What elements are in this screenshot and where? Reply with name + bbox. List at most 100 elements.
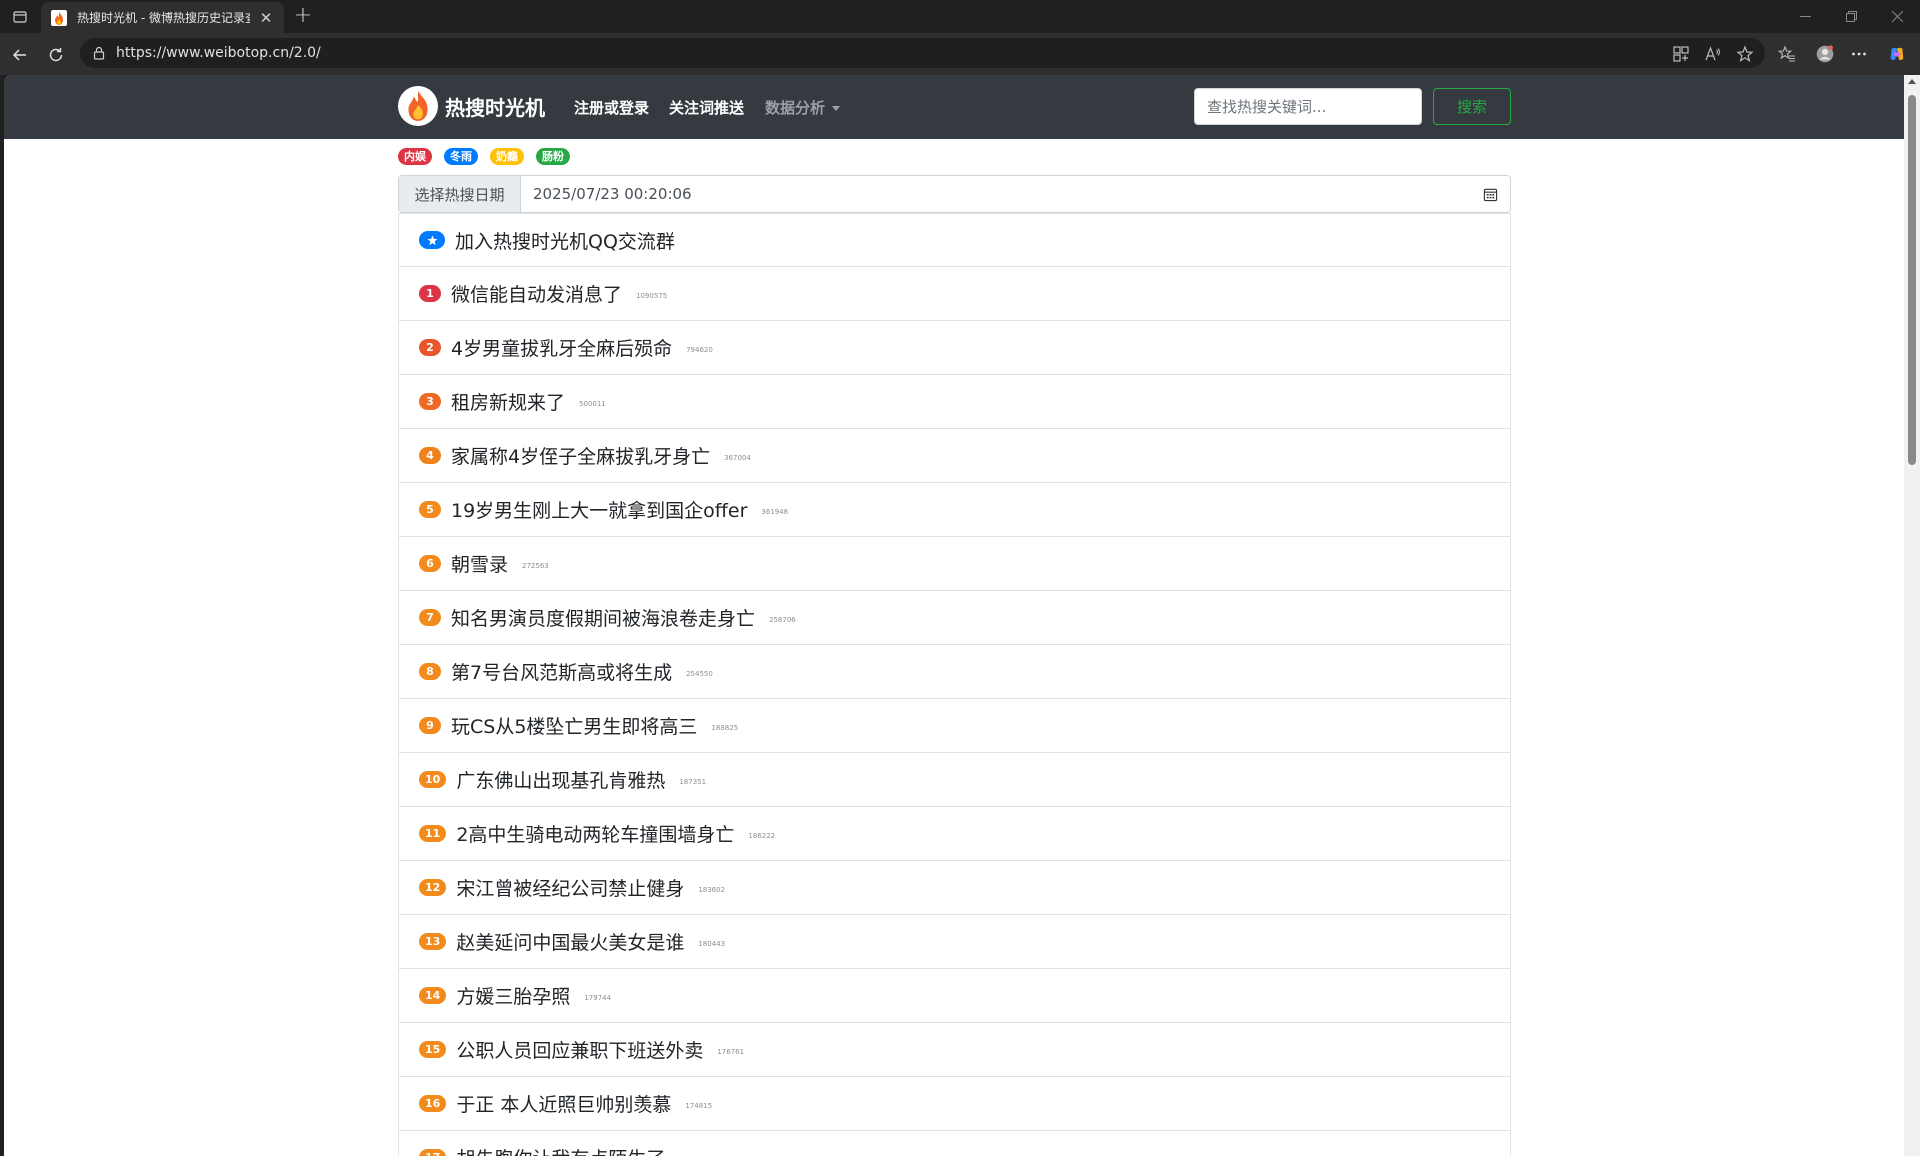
- minimize-icon[interactable]: [1782, 0, 1828, 33]
- list-item[interactable]: 9 玩CS从5楼坠亡男生即将高三 188825: [398, 699, 1511, 753]
- hot-search-title[interactable]: 广东佛山出现基孔肯雅热: [456, 766, 665, 793]
- pinned-title: 加入热搜时光机QQ交流群: [455, 230, 675, 253]
- tag-badge[interactable]: 肠粉: [536, 148, 570, 165]
- hot-search-title[interactable]: 微信能自动发消息了: [451, 280, 622, 307]
- rank-badge: 17: [419, 1149, 447, 1156]
- rank-badge: 11: [419, 825, 447, 842]
- date-picker-value[interactable]: 2025/07/23 00:20:06: [521, 176, 1470, 212]
- list-item[interactable]: 1 微信能自动发消息了 1090575: [398, 267, 1511, 321]
- tag-badge[interactable]: 冬雨: [444, 148, 478, 165]
- hot-search-title[interactable]: 租房新规来了: [451, 388, 565, 415]
- date-picker[interactable]: 选择热搜日期 2025/07/23 00:20:06: [398, 175, 1511, 213]
- hot-search-title[interactable]: 方媛三胎孕照: [456, 982, 570, 1009]
- list-item[interactable]: 8 第7号台风范斯高或将生成 254550: [398, 645, 1511, 699]
- keyword-search-input[interactable]: [1194, 88, 1422, 125]
- hot-search-title[interactable]: 知名男演员度假期间被海浪卷走身亡: [451, 604, 755, 631]
- hot-search-title[interactable]: 胡先煦你让我有点陌生了: [456, 1144, 665, 1156]
- rank-badge: 2: [419, 339, 441, 356]
- favorites-icon[interactable]: [1776, 43, 1798, 65]
- list-item[interactable]: 5 19岁男生刚上大一就拿到国企offer 361948: [398, 483, 1511, 537]
- hot-search-title[interactable]: 第7号台风范斯高或将生成: [451, 658, 672, 685]
- list-item[interactable]: 2 4岁男童拔乳牙全麻后殒命 794620: [398, 321, 1511, 375]
- list-item[interactable]: 16 于正 本人近照巨帅别羡慕 174815: [398, 1077, 1511, 1131]
- rank-badge: 14: [419, 987, 447, 1004]
- nav-keyword-push-link[interactable]: 关注词推送: [669, 97, 744, 118]
- list-item[interactable]: 14 方媛三胎孕照 179744: [398, 969, 1511, 1023]
- rank-badge: 5: [419, 501, 441, 518]
- list-item[interactable]: 4 家属称4岁侄子全麻拔乳牙身亡 367004: [398, 429, 1511, 483]
- hot-tags: 内娱 冬雨 奶瘾 肠粉: [398, 148, 570, 165]
- heat-count: 176761: [717, 1047, 745, 1056]
- rank-badge: 10: [419, 771, 447, 788]
- heat-count: 794620: [686, 345, 713, 354]
- nav-analysis-dropdown[interactable]: 数据分析: [765, 97, 841, 118]
- restore-icon[interactable]: [1828, 0, 1874, 33]
- site-navbar: 热搜时光机 注册或登录 关注词推送 数据分析 搜索: [4, 75, 1904, 139]
- rank-badge: 8: [419, 663, 441, 680]
- copilot-icon[interactable]: [1886, 43, 1908, 65]
- scrollbar-thumb[interactable]: [1908, 95, 1916, 465]
- heat-count: 179744: [584, 993, 612, 1002]
- rank-badge: 4: [419, 447, 441, 464]
- nav-analysis-label: 数据分析: [765, 99, 826, 117]
- refresh-icon[interactable]: [42, 41, 70, 69]
- heat-count: 361948: [761, 507, 789, 516]
- heat-count: 367004: [724, 453, 751, 462]
- lock-icon[interactable]: [90, 44, 108, 62]
- heat-count: 183602: [698, 885, 726, 894]
- hot-search-title[interactable]: 赵美延问中国最火美女是谁: [456, 928, 684, 955]
- flame-logo-icon: [398, 86, 438, 126]
- heat-count: 174815: [685, 1101, 713, 1110]
- browser-toolbar: https://www.weibotop.cn/2.0/: [0, 33, 1920, 75]
- address-bar[interactable]: https://www.weibotop.cn/2.0/: [80, 38, 1765, 68]
- list-item[interactable]: 11 2高中生骑电动两轮车撞围墙身亡 186222: [398, 807, 1511, 861]
- list-item-pinned[interactable]: 加入热搜时光机QQ交流群: [398, 213, 1511, 267]
- close-window-icon[interactable]: [1874, 0, 1920, 33]
- hot-search-title[interactable]: 2高中生骑电动两轮车撞围墙身亡: [456, 820, 734, 847]
- read-aloud-icon[interactable]: [1702, 43, 1724, 65]
- calendar-icon[interactable]: [1470, 176, 1510, 212]
- back-icon[interactable]: [6, 41, 34, 69]
- tag-badge[interactable]: 内娱: [398, 148, 432, 165]
- tab-actions-icon[interactable]: [8, 6, 32, 28]
- active-tab[interactable]: 热搜时光机 - 微博热搜历史记录查 ✕: [41, 2, 284, 33]
- app-available-icon[interactable]: [1670, 43, 1692, 65]
- list-item[interactable]: 6 朝雪录 272563: [398, 537, 1511, 591]
- hot-search-title[interactable]: 公职人员回应兼职下班送外卖: [456, 1036, 703, 1063]
- heat-count: 188825: [711, 723, 739, 732]
- list-item[interactable]: 7 知名男演员度假期间被海浪卷走身亡 258706: [398, 591, 1511, 645]
- hot-search-title[interactable]: 朝雪录: [451, 550, 508, 577]
- hot-search-title[interactable]: 于正 本人近照巨帅别羡慕: [456, 1090, 671, 1117]
- profile-avatar-icon[interactable]: [1812, 41, 1838, 67]
- list-item[interactable]: 10 广东佛山出现基孔肯雅热 187351: [398, 753, 1511, 807]
- hot-search-title[interactable]: 4岁男童拔乳牙全麻后殒命: [451, 334, 672, 361]
- heat-count: 254550: [686, 669, 713, 678]
- tab-close-icon[interactable]: ✕: [258, 9, 274, 27]
- rank-badge: 12: [419, 879, 447, 896]
- tag-badge[interactable]: 奶瘾: [490, 148, 524, 165]
- list-item[interactable]: 17胡先煦你让我有点陌生了173065: [398, 1131, 1511, 1156]
- search-button[interactable]: 搜索: [1433, 88, 1511, 125]
- hot-search-title[interactable]: 家属称4岁侄子全麻拔乳牙身亡: [451, 442, 710, 469]
- list-item[interactable]: 12 宋江曾被经纪公司禁止健身 183602: [398, 861, 1511, 915]
- nav-login-link[interactable]: 注册或登录: [574, 97, 649, 118]
- list-item[interactable]: 13 赵美延问中国最火美女是谁 180443: [398, 915, 1511, 969]
- rank-badge: 15: [419, 1041, 447, 1058]
- heat-count: 272563: [522, 561, 549, 570]
- star-icon: [419, 231, 445, 249]
- vertical-scrollbar[interactable]: [1904, 75, 1920, 1156]
- hot-search-list: 加入热搜时光机QQ交流群 1 微信能自动发消息了 1090575 2 4岁男童拔乳牙全麻…: [398, 213, 1511, 1156]
- favorite-star-icon[interactable]: [1734, 43, 1756, 65]
- scroll-up-arrow-icon[interactable]: [1908, 79, 1916, 84]
- list-item[interactable]: 15 公职人员回应兼职下班送外卖 176761: [398, 1023, 1511, 1077]
- hot-search-title[interactable]: 玩CS从5楼坠亡男生即将高三: [451, 712, 697, 739]
- new-tab-button[interactable]: +: [290, 4, 316, 30]
- more-options-icon[interactable]: [1848, 43, 1870, 65]
- hot-search-title[interactable]: 宋江曾被经纪公司禁止健身: [456, 874, 684, 901]
- site-brand[interactable]: 热搜时光机: [398, 86, 545, 126]
- hot-search-title[interactable]: 19岁男生刚上大一就拿到国企offer: [451, 496, 747, 523]
- rank-badge: 6: [419, 555, 441, 572]
- heat-count: 187351: [679, 777, 707, 786]
- list-item[interactable]: 3 租房新规来了 500011: [398, 375, 1511, 429]
- caret-down-icon: [832, 106, 841, 111]
